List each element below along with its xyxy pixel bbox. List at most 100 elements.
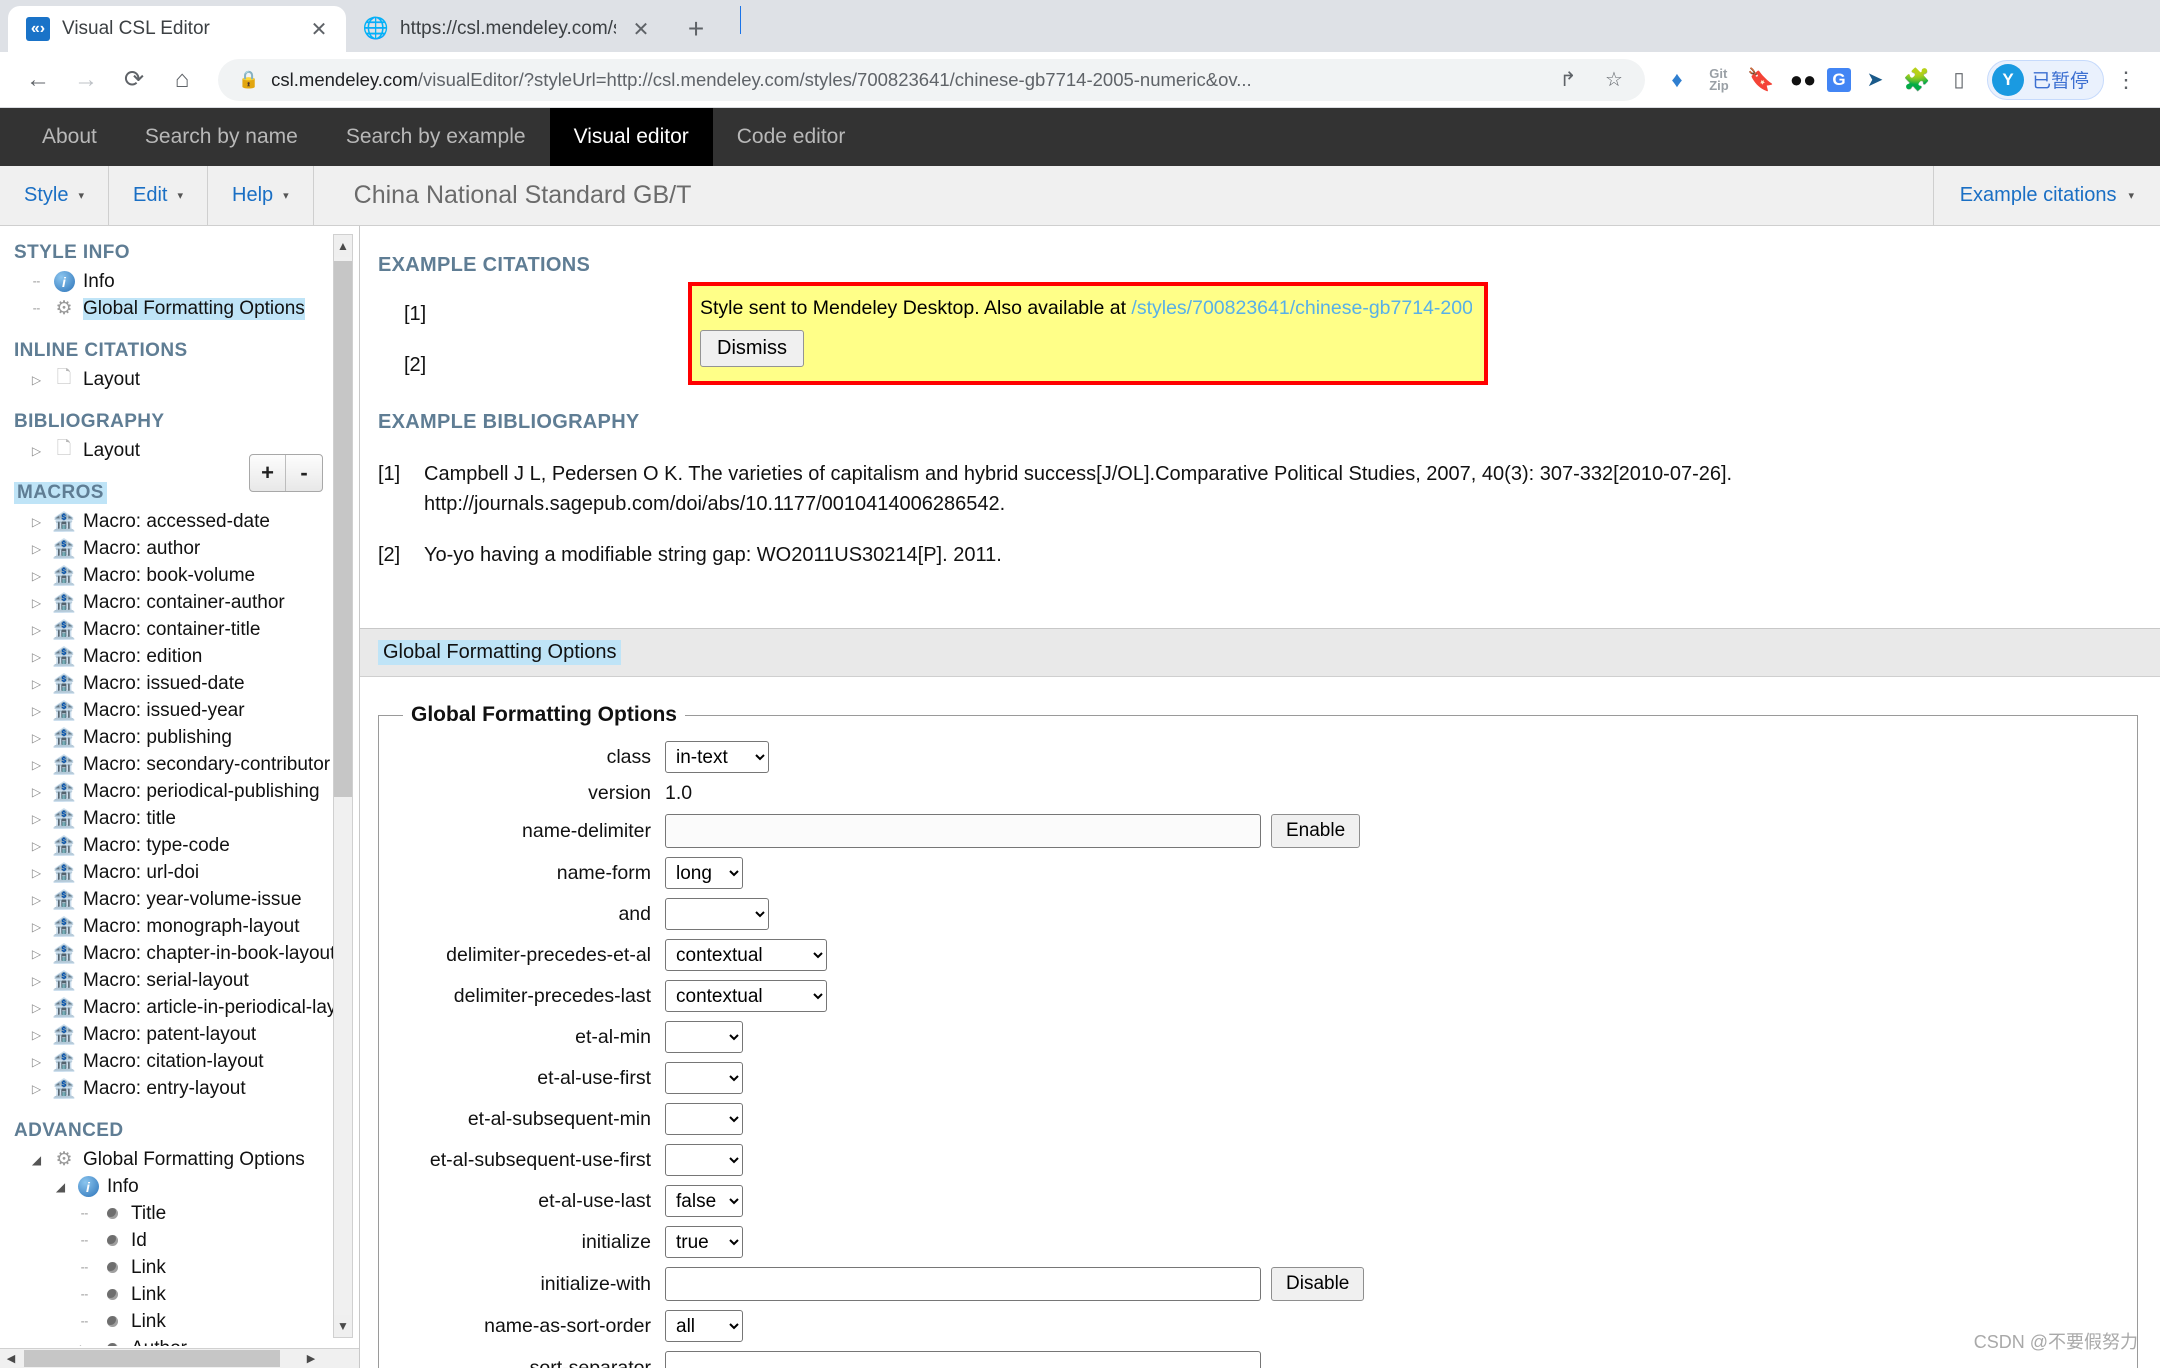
sidebar-vertical-scrollbar[interactable]: ▲ ▼: [333, 234, 353, 1338]
share-icon[interactable]: ↱: [1551, 63, 1585, 97]
close-icon[interactable]: ✕: [628, 16, 654, 42]
mendeley-extension-icon[interactable]: ➤: [1857, 62, 1893, 98]
tree-twisty-icon[interactable]: [28, 677, 45, 691]
name-delimiter-enable-button[interactable]: Enable: [1271, 814, 1360, 848]
tree-twisty-icon[interactable]: [76, 1261, 93, 1275]
et-al-subsequent-min-select[interactable]: [665, 1103, 743, 1135]
profile-button[interactable]: Y 已暂停: [1987, 60, 2104, 100]
tree-twisty-icon[interactable]: [28, 731, 45, 745]
tree-twisty-icon[interactable]: [28, 704, 45, 718]
tree-twisty-icon[interactable]: [28, 542, 45, 556]
initialize-select[interactable]: true: [665, 1226, 743, 1258]
tree-item-macro[interactable]: 🏦Macro: secondary-contributor: [12, 751, 344, 778]
scroll-right-icon[interactable]: ▶: [300, 1350, 322, 1367]
tree-item-macro[interactable]: 🏦Macro: title: [12, 805, 344, 832]
zoom-in-button[interactable]: +: [250, 455, 286, 491]
side-panel-icon[interactable]: ▯: [1941, 62, 1977, 98]
tree-twisty-icon[interactable]: [28, 275, 45, 289]
new-tab-button[interactable]: +: [676, 9, 716, 49]
tree-item-macro[interactable]: 🏦Macro: edition: [12, 643, 344, 670]
browser-menu-icon[interactable]: ⋮: [2108, 62, 2144, 98]
tree-item-title[interactable]: Title: [12, 1200, 344, 1227]
puzzle-extensions-icon[interactable]: 🧩: [1899, 62, 1935, 98]
tree-item-id[interactable]: Id: [12, 1227, 344, 1254]
menu-style[interactable]: Style ▾: [0, 166, 109, 225]
scrollbar-thumb[interactable]: [24, 1350, 280, 1367]
delimiter-precedes-et-al-select[interactable]: contextual: [665, 939, 827, 971]
tree-twisty-icon[interactable]: [28, 839, 45, 853]
nav-item-search-by-name[interactable]: Search by name: [121, 108, 322, 166]
tree-item-advanced-info[interactable]: i Info: [12, 1173, 344, 1200]
tree-twisty-icon[interactable]: [28, 373, 45, 387]
style-url-link[interactable]: /styles/700823641/chinese-gb7714-2005-nu…: [1131, 297, 1472, 319]
tree-twisty-icon[interactable]: [28, 515, 45, 529]
tree-item-inline-layout[interactable]: 🗋 Layout: [12, 366, 344, 393]
tree-item-macro[interactable]: 🏦Macro: monograph-layout: [12, 913, 344, 940]
reload-icon[interactable]: ⟳: [112, 58, 156, 102]
close-icon[interactable]: ✕: [306, 16, 332, 42]
nav-item-visual-editor[interactable]: Visual editor: [550, 108, 713, 166]
tree-item-macro[interactable]: 🏦Macro: serial-layout: [12, 967, 344, 994]
scroll-down-icon[interactable]: ▼: [334, 1315, 352, 1337]
diamond-extension-icon[interactable]: ♦: [1659, 62, 1695, 98]
initialize-with-disable-button[interactable]: Disable: [1271, 1267, 1364, 1301]
tree-twisty-icon[interactable]: [76, 1207, 93, 1221]
scroll-up-icon[interactable]: ▲: [334, 235, 352, 257]
bookmark-star-icon[interactable]: ☆: [1597, 63, 1631, 97]
browser-tab-csl-mendeley[interactable]: 🌐 https://csl.mendeley.com/style ✕: [346, 6, 668, 52]
delimiter-precedes-last-select[interactable]: contextual: [665, 980, 827, 1012]
class-select[interactable]: in-text: [665, 741, 769, 773]
tree-twisty-icon[interactable]: [28, 812, 45, 826]
tree-item-macro[interactable]: 🏦Macro: url-doi: [12, 859, 344, 886]
nav-item-search-by-example[interactable]: Search by example: [322, 108, 550, 166]
tree-item-macro[interactable]: 🏦Macro: container-author: [12, 589, 344, 616]
panda-extension-icon[interactable]: ●●: [1785, 62, 1821, 98]
tree-item-macro[interactable]: 🏦Macro: year-volume-issue: [12, 886, 344, 913]
and-select[interactable]: [665, 898, 769, 930]
tree-item-advanced-global-formatting-options[interactable]: ⚙ Global Formatting Options: [12, 1146, 344, 1173]
tree-twisty-icon[interactable]: [28, 650, 45, 664]
tree-twisty-icon[interactable]: [28, 866, 45, 880]
tree-item-macro[interactable]: 🏦Macro: chapter-in-book-layout: [12, 940, 344, 967]
tree-twisty-icon[interactable]: [28, 444, 45, 458]
tree-item-macro[interactable]: 🏦Macro: book-volume: [12, 562, 344, 589]
tree-twisty-icon[interactable]: [28, 623, 45, 637]
tree-item-macro[interactable]: 🏦Macro: publishing: [12, 724, 344, 751]
tree-item-macro[interactable]: 🏦Macro: periodical-publishing: [12, 778, 344, 805]
zoom-out-button[interactable]: -: [286, 455, 322, 491]
google-translate-extension-icon[interactable]: G: [1827, 68, 1851, 92]
bookmark-extension-icon[interactable]: 🔖: [1743, 62, 1779, 98]
et-al-min-select[interactable]: [665, 1021, 743, 1053]
tree-twisty-icon[interactable]: [52, 1180, 69, 1194]
back-icon[interactable]: ←: [16, 58, 60, 102]
tree-twisty-icon[interactable]: [28, 596, 45, 610]
name-as-sort-order-select[interactable]: all: [665, 1310, 743, 1342]
sort-separator-input[interactable]: [665, 1351, 1261, 1368]
tree-twisty-icon[interactable]: [28, 1001, 45, 1015]
tree-twisty-icon[interactable]: [76, 1288, 93, 1302]
tree-item-global-formatting-options[interactable]: ⚙ Global Formatting Options: [12, 295, 344, 322]
example-citations-dropdown[interactable]: Example citations ▾: [1933, 166, 2160, 225]
tree-twisty-icon[interactable]: [28, 1153, 45, 1167]
tree-twisty-icon[interactable]: [28, 974, 45, 988]
tree-item-author[interactable]: Author: [12, 1335, 344, 1346]
tree-twisty-icon[interactable]: [28, 758, 45, 772]
gitzip-extension-icon[interactable]: GitZip: [1701, 62, 1737, 98]
tree-item-macro[interactable]: 🏦Macro: entry-layout: [12, 1075, 344, 1102]
tree-item-link[interactable]: Link: [12, 1308, 344, 1335]
tree-twisty-icon[interactable]: [76, 1342, 93, 1347]
tree-twisty-icon[interactable]: [28, 947, 45, 961]
tree-item-link[interactable]: Link: [12, 1254, 344, 1281]
tree-item-macro[interactable]: 🏦Macro: issued-date: [12, 670, 344, 697]
tree-item-macro[interactable]: 🏦Macro: accessed-date: [12, 508, 344, 535]
et-al-use-last-select[interactable]: false: [665, 1185, 743, 1217]
initialize-with-input[interactable]: [665, 1267, 1261, 1301]
home-icon[interactable]: ⌂: [160, 58, 204, 102]
tree-item-macro[interactable]: 🏦Macro: type-code: [12, 832, 344, 859]
tree-item-macro[interactable]: 🏦Macro: article-in-periodical-layou: [12, 994, 344, 1021]
nav-item-about[interactable]: About: [18, 108, 121, 166]
tree-item-macro[interactable]: 🏦Macro: container-title: [12, 616, 344, 643]
address-bar[interactable]: 🔒 csl.mendeley.com/visualEditor/?styleUr…: [218, 59, 1645, 101]
tree-item-link[interactable]: Link: [12, 1281, 344, 1308]
menu-edit[interactable]: Edit ▾: [109, 166, 208, 225]
